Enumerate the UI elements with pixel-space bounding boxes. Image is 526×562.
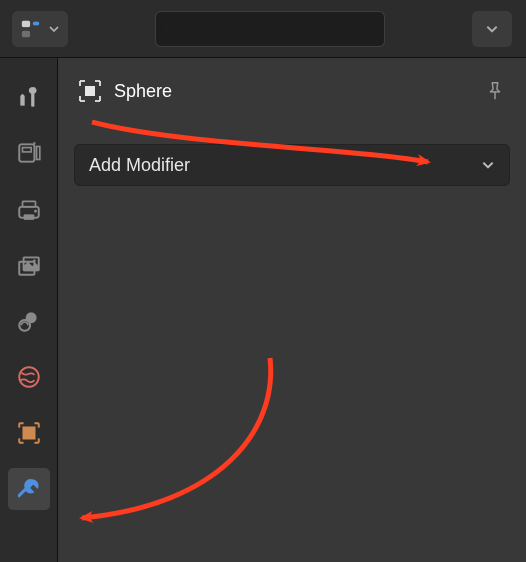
add-modifier-dropdown[interactable]: Add Modifier xyxy=(74,144,510,186)
tab-scene[interactable] xyxy=(8,300,50,342)
editor-type-selector[interactable] xyxy=(12,11,68,47)
scene-icon xyxy=(16,308,42,334)
render-icon xyxy=(16,140,42,166)
mesh-icon xyxy=(78,79,102,103)
chevron-down-icon xyxy=(485,22,499,36)
tool-icon xyxy=(16,84,42,110)
options-dropdown[interactable] xyxy=(472,11,512,47)
search-input[interactable] xyxy=(175,20,374,37)
tab-object[interactable] xyxy=(8,412,50,454)
world-icon xyxy=(16,364,42,390)
header xyxy=(0,0,526,58)
viewlayer-icon xyxy=(16,252,42,278)
chevron-down-icon xyxy=(48,23,60,35)
output-icon xyxy=(16,196,42,222)
tab-world[interactable] xyxy=(8,356,50,398)
tab-tool[interactable] xyxy=(8,76,50,118)
tab-output[interactable] xyxy=(8,188,50,230)
object-header: Sphere xyxy=(74,74,510,108)
object-name: Sphere xyxy=(114,81,472,102)
tab-modifier[interactable] xyxy=(8,468,50,510)
properties-icon xyxy=(20,18,42,40)
search-icon xyxy=(166,19,167,39)
wrench-icon xyxy=(16,476,42,502)
chevron-down-icon xyxy=(481,158,495,172)
properties-tab-rail xyxy=(0,58,58,562)
add-modifier-label: Add Modifier xyxy=(89,155,481,176)
tab-render[interactable] xyxy=(8,132,50,174)
object-icon xyxy=(16,420,42,446)
tab-viewlayer[interactable] xyxy=(8,244,50,286)
search-field[interactable] xyxy=(155,11,385,47)
modifier-panel: Sphere Add Modifier xyxy=(58,58,526,562)
pin-icon[interactable] xyxy=(484,80,506,102)
